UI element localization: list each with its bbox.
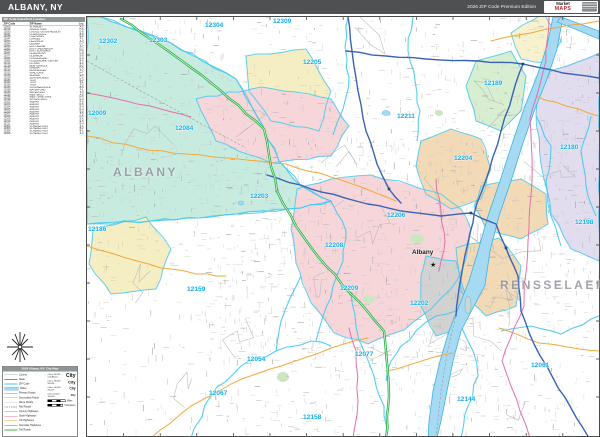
- us-highway: [498, 327, 599, 352]
- compass-rose-icon: [7, 332, 33, 362]
- legend-item: Toll Roads: [4, 428, 48, 433]
- map-canvas[interactable]: 12302 12303 12304 12309 12205 12009 12084 12211…: [86, 16, 600, 437]
- scale-bar-km-bar: [47, 404, 64, 407]
- river-island: [464, 295, 472, 315]
- legend-swatch: [4, 386, 19, 391]
- legend-cities: Cities 50,000 and Above City Cities 25,000…: [48, 373, 76, 399]
- zip-index-panel: ZIP Code Index/Grid Location ZIP Code ZI…: [2, 17, 85, 134]
- interchange-dot: [521, 62, 525, 66]
- legend-city-sample: City: [69, 387, 76, 391]
- interchange-dot: [469, 211, 473, 215]
- legend-item-label: Secondary Roads: [19, 396, 39, 400]
- map-poster: ALBANY, NY 2026 ZIP Code Premium Edition…: [0, 0, 600, 437]
- legend-swatch: [4, 415, 18, 417]
- title-bar: ALBANY, NY 2026 ZIP Code Premium Edition…: [0, 0, 600, 14]
- legend-item-label: State Highways: [19, 414, 37, 418]
- legend-items: County State ZIP Code Water Primary Roads Sec…: [4, 373, 48, 433]
- brand-logo-text: Market MAPS: [544, 2, 582, 12]
- legend-item-label: ZIP Code: [19, 382, 30, 386]
- legend-swatch: [4, 392, 18, 394]
- scale-km-label: Kilometers: [64, 404, 76, 407]
- legend-item-label: Minor Roads: [19, 400, 34, 404]
- interchange-dot: [504, 246, 508, 250]
- legend-item-label: US Highways: [19, 419, 35, 423]
- us-highway: [152, 337, 369, 436]
- legend-swatch: [4, 402, 18, 403]
- mohawk-river: [556, 17, 599, 40]
- legend-item-label: Rail Roads: [19, 405, 32, 409]
- park-area: [435, 110, 443, 116]
- zip-index-row: 12306SCHENECTADYA-2: [2, 132, 85, 134]
- legend-city-label: Cities 10,000 - 25,000: [47, 385, 62, 391]
- edition-label: 2026 ZIP Code Premium Edition: [467, 4, 536, 10]
- zip-boundary: [275, 275, 302, 352]
- legend-city-sample: City: [67, 380, 76, 385]
- state-highway: [348, 327, 359, 436]
- zip-boundary: [407, 17, 421, 142]
- park-area: [410, 234, 424, 244]
- legend-city-label: Cities Under 10,000: [47, 392, 60, 398]
- legend-panel: 2026 Albany, NY, City Map County State ZIP…: [2, 366, 78, 437]
- legend-city-row: Cities 50,000 and Above City: [48, 373, 76, 380]
- legend-item-label: County: [19, 373, 27, 377]
- map-graphics: [87, 17, 599, 436]
- pond: [381, 110, 391, 116]
- legend-swatch: [4, 420, 18, 422]
- zip-region: [536, 53, 599, 261]
- park-area: [363, 295, 375, 303]
- scale-bar-miles-bar: [47, 399, 66, 402]
- zip-index-rows: 12009 ALTAMONT A-5 12018 AVERILL PARK H-6 1203…: [2, 26, 85, 134]
- legend-swatch: [4, 406, 18, 408]
- legend-item-label: Interstate Highways: [19, 423, 41, 427]
- park-area: [277, 372, 289, 382]
- row-zip-name: SCHENECTADY: [30, 133, 74, 134]
- brand-logo-bottom: MAPS: [554, 5, 572, 12]
- legend-city-sample: City: [70, 393, 76, 397]
- legend-swatch: [4, 374, 18, 376]
- legend-item-label: Water: [20, 387, 27, 391]
- legend-city-sample: City: [66, 373, 76, 379]
- legend-city-label: Cities 25,000 - 50,000: [47, 379, 62, 385]
- legend-city-label: Cities 50,000 and Above: [47, 372, 61, 378]
- minor-road: [522, 435, 572, 436]
- legend-swatch: [4, 383, 18, 385]
- minor-road: [173, 371, 192, 408]
- legend-swatch: [4, 411, 18, 412]
- legend-swatch: [4, 429, 18, 431]
- pond: [237, 200, 245, 206]
- legend-item-label: Primary Roads: [19, 391, 36, 395]
- scale-miles-label: Miles: [67, 399, 73, 403]
- legend-swatch: [4, 424, 18, 426]
- legend-item-label: State: [19, 377, 25, 381]
- page-title: ALBANY, NY: [8, 2, 64, 12]
- zip-boundary: [191, 340, 332, 436]
- brand-logo: Market MAPS: [544, 1, 598, 13]
- interstate-highway: [347, 17, 402, 204]
- scale-bar-km: Kilometers: [47, 403, 76, 408]
- legend-item-label: County Highways: [19, 410, 39, 414]
- legend-swatch: [4, 397, 18, 399]
- legend-item-label: Toll Roads: [19, 428, 31, 432]
- interchange-dot: [387, 187, 391, 191]
- legend-swatch: [4, 378, 18, 380]
- brand-logo-panel: [582, 2, 597, 12]
- minor-road: [221, 317, 254, 360]
